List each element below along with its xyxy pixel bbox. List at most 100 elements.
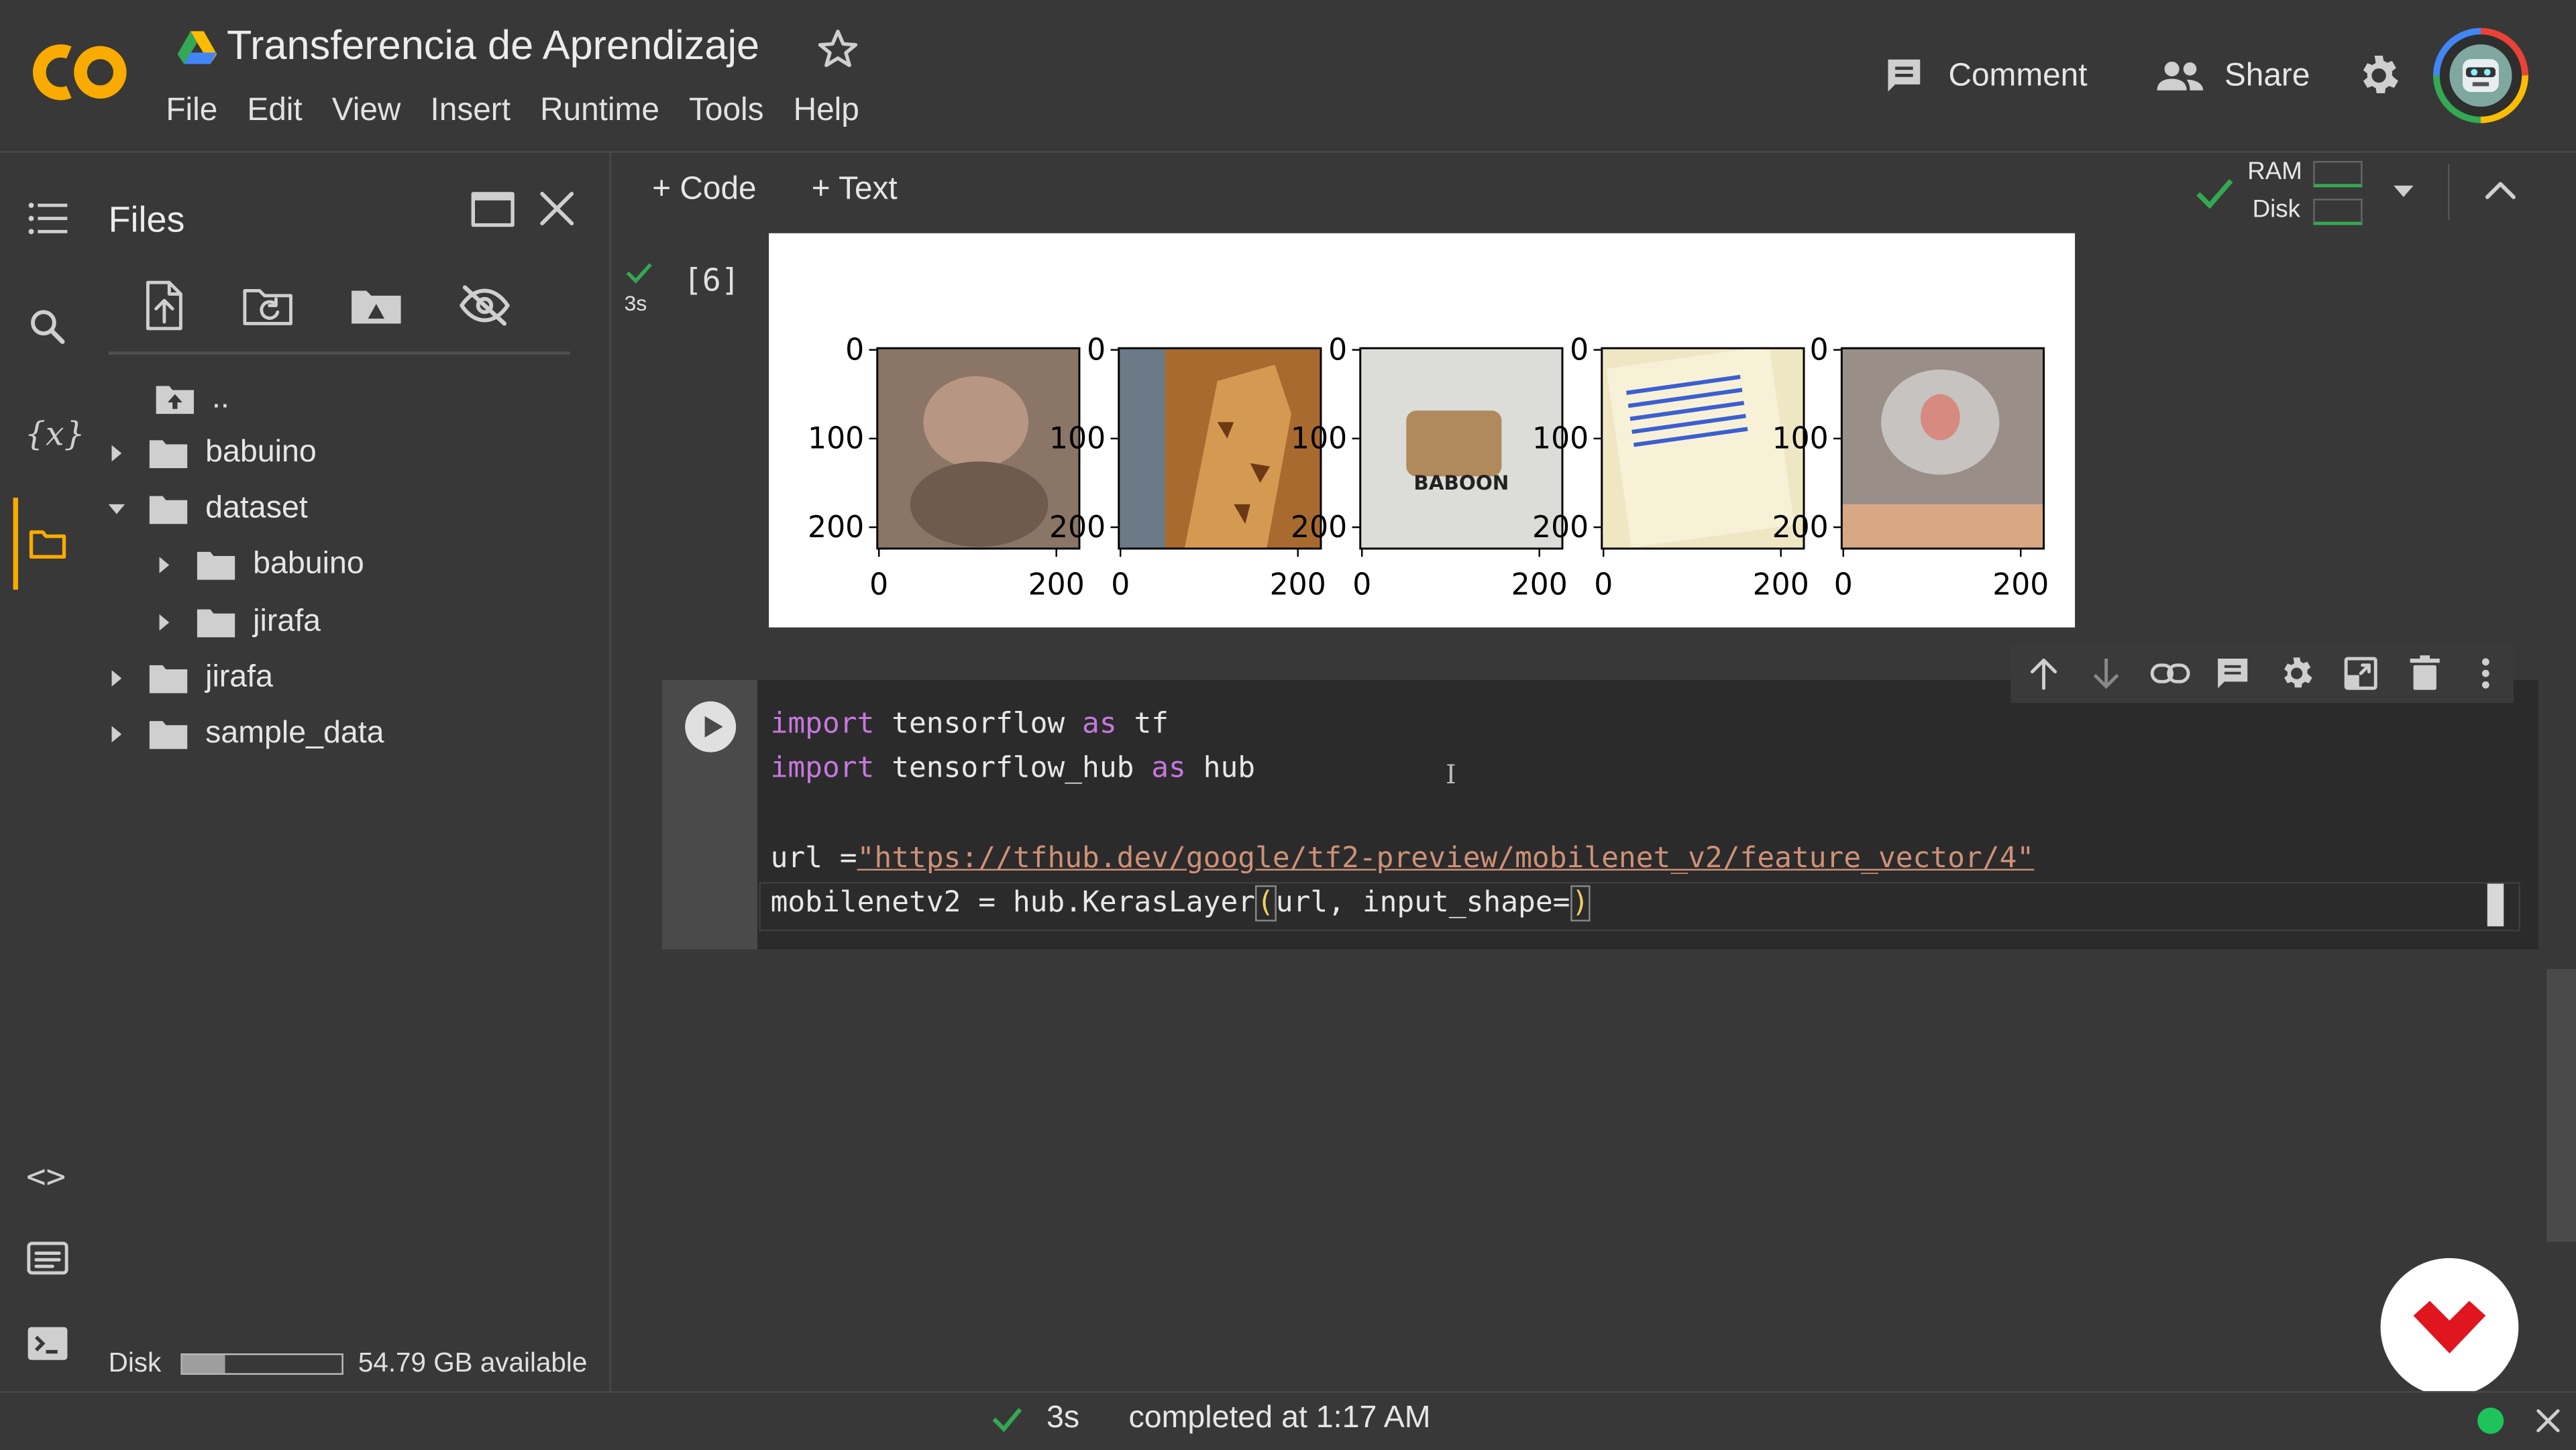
mirror-cell-icon[interactable] xyxy=(2341,654,2381,693)
terminal-icon[interactable] xyxy=(26,1325,69,1361)
resources-dropdown-icon[interactable] xyxy=(2392,184,2415,200)
cell-settings-icon[interactable] xyxy=(2277,654,2316,693)
menu-tools[interactable]: Tools xyxy=(689,92,764,135)
menu-file[interactable]: File xyxy=(166,92,217,135)
y-tick-label: 100 xyxy=(1532,422,1589,456)
menu-help[interactable]: Help xyxy=(794,92,859,135)
menu-view[interactable]: View xyxy=(332,92,401,135)
close-icon[interactable] xyxy=(537,189,577,229)
code-bracket: ) xyxy=(1570,885,1591,922)
x-tick-label: 0 xyxy=(869,568,888,602)
disk-meter xyxy=(2313,199,2363,225)
folder-up-icon xyxy=(156,386,194,414)
search-icon[interactable] xyxy=(28,307,68,347)
menu-runtime[interactable]: Runtime xyxy=(540,92,659,135)
command-palette-icon[interactable] xyxy=(26,1240,69,1276)
colab-logo[interactable] xyxy=(30,40,131,105)
folder-icon[interactable] xyxy=(28,527,68,560)
code-token: hub xyxy=(1185,752,1256,785)
code-token: tensorflow xyxy=(874,708,1083,741)
code-bracket: ( xyxy=(1255,885,1276,922)
user-avatar[interactable] xyxy=(2432,27,2529,123)
star-icon[interactable] xyxy=(816,28,859,71)
move-up-icon[interactable] xyxy=(2026,655,2062,691)
colab-window: Transferencia de Aprendizaje File Edit V… xyxy=(0,0,2576,1450)
tree-item-dataset-babuino[interactable]: babuino xyxy=(156,541,364,590)
y-tick-label: 200 xyxy=(1772,510,1829,545)
menu-insert[interactable]: Insert xyxy=(431,92,511,135)
settings-gear-icon[interactable] xyxy=(2354,51,2403,100)
y-tick-label: 200 xyxy=(1532,510,1589,545)
caret-right-icon[interactable] xyxy=(109,670,125,687)
comment-cell-icon[interactable] xyxy=(2214,655,2251,691)
status-message: completed at 1:17 AM xyxy=(1128,1400,1431,1436)
link-icon[interactable] xyxy=(2149,659,2192,688)
folder-icon xyxy=(197,551,235,580)
hide-eye-icon[interactable] xyxy=(457,282,513,329)
folder-icon xyxy=(149,665,188,693)
caret-right-icon[interactable] xyxy=(109,445,125,462)
add-code-button[interactable]: + Code xyxy=(652,171,756,209)
tree-item-jirafa[interactable]: jirafa xyxy=(109,654,273,703)
tree-item-dataset[interactable]: dataset xyxy=(108,484,308,533)
notebook-title[interactable]: Transferencia de Aprendizaje xyxy=(227,23,759,70)
tree-item-dataset-jirafa[interactable]: jirafa xyxy=(156,598,321,647)
open-in-tab-icon[interactable] xyxy=(470,187,516,230)
caret-down-icon[interactable] xyxy=(108,501,125,517)
tree-label: .. xyxy=(211,381,229,416)
add-text-button[interactable]: + Text xyxy=(812,171,898,209)
folder-icon xyxy=(149,440,188,468)
x-tick-label: 0 xyxy=(1834,568,1853,602)
editor-scroll-marker xyxy=(2487,883,2504,927)
caret-right-icon[interactable] xyxy=(156,614,172,631)
tree-label: sample_data xyxy=(205,716,384,751)
code-keyword: import xyxy=(770,708,875,741)
tree-item-sample-data[interactable]: sample_data xyxy=(109,710,384,759)
collapse-chevron-up-icon[interactable] xyxy=(2482,177,2518,203)
code-snippets-icon[interactable]: <> xyxy=(26,1156,66,1196)
y-tick-label: 100 xyxy=(808,422,864,456)
disk-usage-bar xyxy=(180,1353,343,1375)
files-title: Files xyxy=(108,199,185,240)
files-toolbar-divider xyxy=(108,351,570,354)
y-tick-label: 200 xyxy=(1049,510,1106,545)
code-line[interactable]: mobilenetv2 = hub.KerasLayer(url, input_… xyxy=(770,885,1591,922)
upload-file-icon[interactable] xyxy=(143,279,186,331)
disk-available: 54.79 GB available xyxy=(358,1348,588,1378)
menu-bar: File Edit View Insert Runtime Tools Help xyxy=(166,92,859,135)
tree-item-babuino[interactable]: babuino xyxy=(109,429,317,478)
tree-item-parent[interactable]: .. xyxy=(154,374,229,423)
refresh-folder-icon[interactable] xyxy=(241,282,297,329)
tree-label: dataset xyxy=(205,491,308,526)
status-time: 3s xyxy=(1046,1400,1080,1436)
monkey-body-shape xyxy=(910,461,1049,547)
code-keyword: as xyxy=(1151,752,1186,785)
comment-icon xyxy=(1888,59,1921,92)
code-line[interactable]: url ="https://tfhub.dev/google/tf2-previ… xyxy=(771,842,2035,875)
move-down-icon[interactable] xyxy=(2088,655,2125,691)
table-of-contents-icon[interactable] xyxy=(28,201,68,237)
more-options-icon[interactable] xyxy=(2474,655,2497,691)
notebook-scrollbar-thumb[interactable] xyxy=(2546,968,2576,1242)
mount-drive-icon[interactable] xyxy=(348,282,404,329)
code-line[interactable]: import tensorflow as tf xyxy=(771,708,1169,741)
status-close-icon[interactable] xyxy=(2535,1408,2561,1434)
monkey-head-shape xyxy=(923,376,1029,468)
tree-label: babuino xyxy=(253,547,364,581)
y-tick-label: 0 xyxy=(845,333,864,367)
x-tick-label: 0 xyxy=(1594,568,1613,602)
code-token: mobilenetv2 = hub.KerasLayer xyxy=(770,887,1256,920)
share-button[interactable]: Share xyxy=(2155,49,2310,101)
caret-right-icon[interactable] xyxy=(156,557,172,573)
caret-right-icon[interactable] xyxy=(109,726,125,742)
comment-button[interactable]: Comment xyxy=(1883,49,2088,101)
tree-label: babuino xyxy=(205,435,317,470)
run-cell-button[interactable] xyxy=(685,701,737,752)
plot-output: 0 100 200 0 200 0 100 200 0 200 BABOON 0 100 200 0 200 0… xyxy=(769,233,2076,628)
variables-icon[interactable]: {x} xyxy=(25,414,85,453)
delete-trash-icon[interactable] xyxy=(2407,654,2443,693)
share-label: Share xyxy=(2224,56,2310,93)
brand-floating-button[interactable] xyxy=(2380,1258,2519,1396)
code-line[interactable]: import tensorflow_hub as hub xyxy=(771,752,1256,785)
menu-edit[interactable]: Edit xyxy=(247,92,302,135)
